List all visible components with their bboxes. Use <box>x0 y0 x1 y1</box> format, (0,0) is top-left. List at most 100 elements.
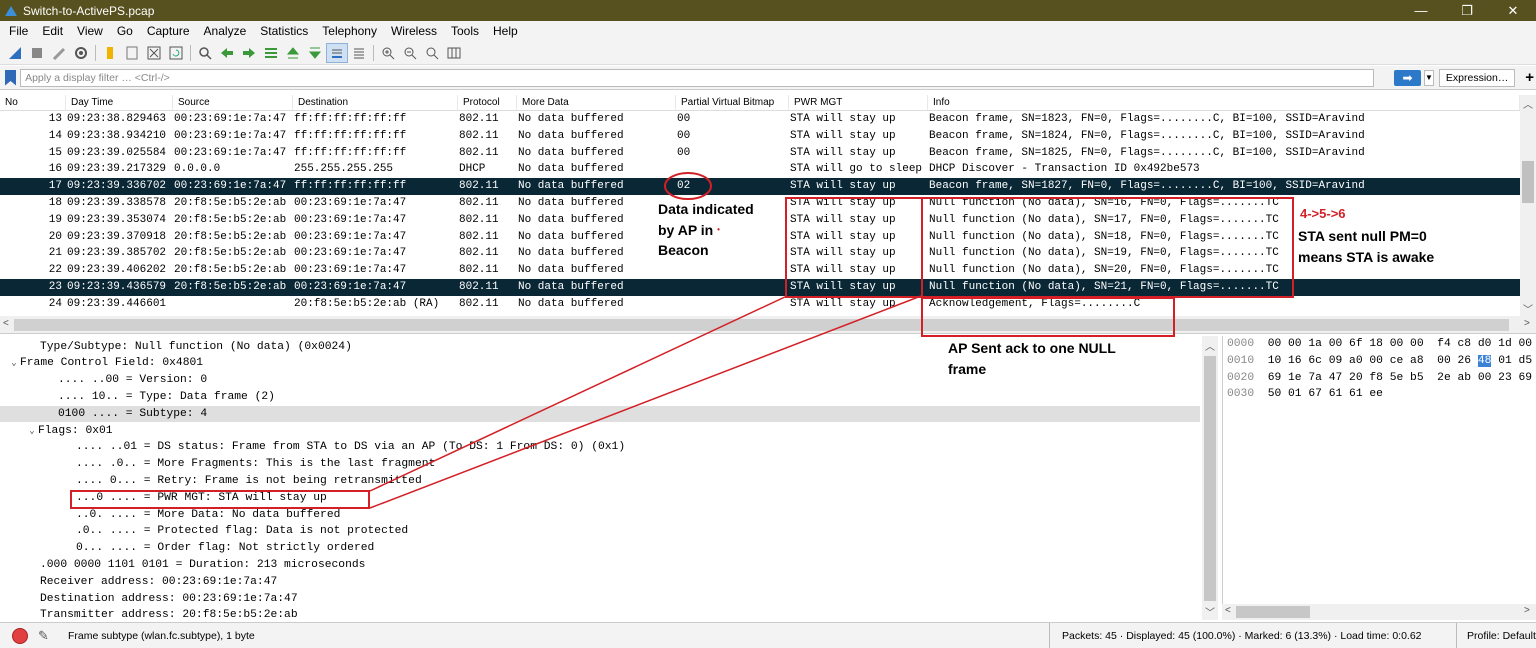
detail-line[interactable]: 0... .... = Order flag: Not strictly ord… <box>0 540 1200 557</box>
menu-tools[interactable]: Tools <box>445 24 487 38</box>
col-no[interactable]: No <box>0 95 66 110</box>
capture-options-icon[interactable] <box>70 43 92 63</box>
menu-help[interactable]: Help <box>487 24 526 38</box>
scroll-thumb[interactable] <box>1236 606 1310 618</box>
details-vscroll[interactable]: ︿ ﹀ <box>1202 336 1218 620</box>
filter-bookmark-icon[interactable] <box>5 69 17 86</box>
detail-line[interactable]: Transmitter address: 20:f8:5e:b5:2e:ab <box>0 607 1200 620</box>
col-protocol[interactable]: Protocol <box>458 95 517 110</box>
packet-list-vscroll[interactable]: ︿ ﹀ <box>1520 95 1536 316</box>
first-packet-icon[interactable] <box>282 43 304 63</box>
packet-cell-proto: DHCP <box>459 163 486 176</box>
col-destination[interactable]: Destination <box>293 95 458 110</box>
detail-line[interactable]: ⌄ Flags: 0x01 <box>0 423 1200 440</box>
minimize-button[interactable]: — <box>1398 0 1444 21</box>
zoom-out-icon[interactable] <box>399 43 421 63</box>
scroll-right-icon[interactable]: > <box>1524 318 1530 329</box>
packet-row[interactable]: 17 09:23:39.336702 00:23:69:1e:7a:47 ff:ff:… <box>0 178 1520 195</box>
detail-line[interactable]: .0.. .... = Protected flag: Data is not … <box>0 523 1200 540</box>
menu-edit[interactable]: Edit <box>36 24 71 38</box>
col-time[interactable]: Day Time <box>66 95 173 110</box>
detail-text: Type/Subtype: Null function (No data) (0… <box>40 340 352 353</box>
detail-line[interactable]: .... ..01 = DS status: Frame from STA to… <box>0 439 1200 456</box>
auto-scroll-icon[interactable] <box>326 42 348 63</box>
detail-text: ..0. .... = More Data: No data buffered <box>76 508 341 521</box>
col-partial-virtual-bitmap[interactable]: Partial Virtual Bitmap <box>676 95 789 110</box>
col-more-data[interactable]: More Data <box>517 95 676 110</box>
packet-row[interactable]: 13 09:23:38.829463 00:23:69:1e:7a:47 ff:ff:… <box>0 111 1520 128</box>
packet-cell-pvb: 00 <box>677 129 691 142</box>
go-forward-icon[interactable] <box>238 43 260 63</box>
menu-file[interactable]: File <box>3 24 36 38</box>
shark-fin-start-icon[interactable] <box>4 43 26 63</box>
scroll-up-icon[interactable]: ︿ <box>1205 338 1215 353</box>
packet-list-hscroll[interactable]: < > <box>0 316 1536 334</box>
save-file-icon[interactable] <box>121 43 143 63</box>
scroll-thumb[interactable] <box>14 319 1509 331</box>
colorize-icon[interactable] <box>348 43 370 63</box>
scroll-left-icon[interactable]: < <box>1225 605 1231 616</box>
menu-wireless[interactable]: Wireless <box>385 24 445 38</box>
detail-line[interactable]: ..0. .... = More Data: No data buffered <box>0 507 1200 524</box>
scroll-up-icon[interactable]: ︿ <box>1523 96 1533 111</box>
bytes-hscroll[interactable]: < > <box>1222 604 1536 620</box>
apply-filter-button[interactable]: ➡ <box>1394 69 1421 86</box>
expert-info-icon[interactable] <box>12 627 28 644</box>
go-back-icon[interactable] <box>216 43 238 63</box>
packet-row[interactable]: 24 09:23:39.446601 20:f8:5e:b5:2e:ab (RA) 8… <box>0 296 1520 313</box>
packet-row[interactable]: 14 09:23:38.934210 00:23:69:1e:7a:47 ff:ff:… <box>0 128 1520 145</box>
arrow-right-icon: ➡ <box>1402 70 1413 85</box>
packet-cell-time: 09:23:39.217329 <box>67 163 167 176</box>
last-packet-icon[interactable] <box>304 43 326 63</box>
packet-cell-proto: 802.11 <box>459 247 499 260</box>
packet-row[interactable]: 15 09:23:39.025584 00:23:69:1e:7a:47 ff:ff:… <box>0 145 1520 162</box>
expression-button[interactable]: Expression… <box>1438 68 1516 87</box>
close-file-icon[interactable] <box>143 43 165 63</box>
scroll-right-icon[interactable]: > <box>1524 605 1530 616</box>
chevron-down-icon[interactable]: ⌄ <box>26 423 38 440</box>
scroll-thumb[interactable] <box>1204 356 1216 601</box>
reload-file-icon[interactable] <box>165 43 187 63</box>
scroll-down-icon[interactable]: ﹀ <box>1523 301 1533 316</box>
packet-cell-proto: 802.11 <box>459 180 499 193</box>
scroll-down-icon[interactable]: ﹀ <box>1205 604 1215 619</box>
close-button[interactable]: ✕ <box>1490 0 1536 21</box>
go-to-packet-icon[interactable] <box>260 43 282 63</box>
display-filter-input[interactable]: Apply a display filter … <Ctrl-/> <box>20 68 1375 87</box>
packet-row[interactable]: 16 09:23:39.217329 0.0.0.0 255.255.255.255 D… <box>0 161 1520 178</box>
menu-analyze[interactable]: Analyze <box>198 24 255 38</box>
zoom-in-icon[interactable] <box>377 43 399 63</box>
chevron-down-icon[interactable]: ⌄ <box>8 355 20 372</box>
detail-line[interactable]: Receiver address: 00:23:69:1e:7a:47 <box>0 574 1200 591</box>
capture-comment-icon[interactable]: ✎ <box>38 628 56 644</box>
menu-statistics[interactable]: Statistics <box>254 24 316 38</box>
packet-cell-src: 0.0.0.0 <box>174 163 221 176</box>
restart-capture-icon[interactable] <box>48 43 70 63</box>
detail-line[interactable]: .... 0... = Retry: Frame is not being re… <box>0 473 1200 490</box>
find-packet-icon[interactable] <box>194 43 216 63</box>
col-pwr-mgt[interactable]: PWR MGT <box>789 95 928 110</box>
detail-line[interactable]: Destination address: 00:23:69:1e:7a:47 <box>0 591 1200 608</box>
menu-go[interactable]: Go <box>111 24 141 38</box>
scroll-thumb[interactable] <box>1522 161 1534 203</box>
menu-telephony[interactable]: Telephony <box>316 24 385 38</box>
normal-size-icon[interactable] <box>421 43 443 63</box>
detail-line[interactable]: .... .0.. = More Fragments: This is the … <box>0 456 1200 473</box>
col-info[interactable]: Info <box>928 95 1520 110</box>
selected-byte[interactable]: 48 <box>1477 354 1492 367</box>
open-file-icon[interactable] <box>99 43 121 63</box>
detail-line[interactable]: 0100 .... = Subtype: 4 <box>0 405 1200 423</box>
col-source[interactable]: Source <box>173 95 293 110</box>
detail-line[interactable]: .... 10.. = Type: Data frame (2) <box>0 389 1200 406</box>
filter-history-dropdown[interactable]: ▼ <box>1423 69 1434 86</box>
menu-view[interactable]: View <box>71 24 111 38</box>
scroll-left-icon[interactable]: < <box>3 318 9 329</box>
menu-capture[interactable]: Capture <box>141 24 198 38</box>
detail-line[interactable]: .000 0000 1101 0101 = Duration: 213 micr… <box>0 557 1200 574</box>
stop-capture-icon[interactable] <box>26 43 48 63</box>
maximize-button[interactable]: ❐ <box>1444 0 1490 21</box>
resize-columns-icon[interactable] <box>443 43 465 63</box>
packet-cell-time: 09:23:39.025584 <box>67 146 167 159</box>
profile-label[interactable]: Profile: Default <box>1456 622 1536 648</box>
add-filter-button[interactable]: + <box>1523 69 1536 86</box>
